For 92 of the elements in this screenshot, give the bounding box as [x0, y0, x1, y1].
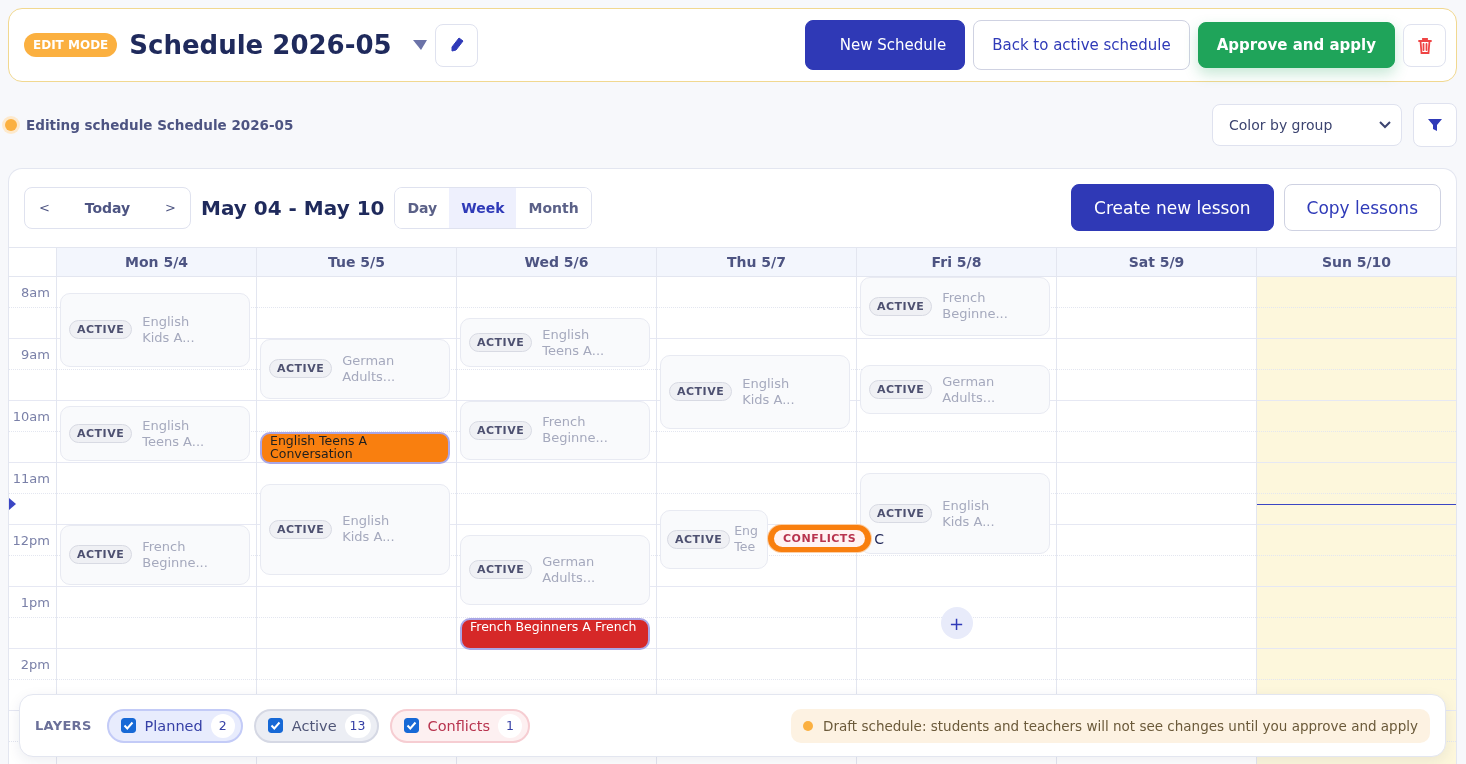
- lesson-title: German Adults...: [942, 373, 997, 406]
- schedule-title: Schedule 2026-05: [129, 30, 393, 60]
- lesson-title: French Beginne...: [142, 538, 209, 571]
- edit-mode-badge: EDIT MODE: [24, 33, 118, 57]
- checkbox-icon[interactable]: [403, 718, 419, 733]
- header-button[interactable]: New Schedule: [804, 20, 966, 70]
- hour-label: 1pm: [20, 595, 50, 610]
- status-badge: ACTIVE: [469, 333, 533, 353]
- conflict-badge: CONFLICTS: [774, 530, 866, 548]
- lesson-action-button[interactable]: Copy lessons: [1283, 184, 1441, 231]
- day-header: Mon 5/4: [56, 248, 256, 277]
- lesson-card[interactable]: ACTIVE English Kids A...: [260, 483, 450, 575]
- status-badge: ACTIVE: [669, 382, 733, 402]
- conflict-pill[interactable]: CONFLICTS: [768, 525, 872, 553]
- hour-label: 12pm: [12, 533, 50, 548]
- lesson-title: English Teens A...: [542, 326, 606, 359]
- dropdown-caret-icon[interactable]: [413, 40, 428, 50]
- lesson-card[interactable]: ACTIVE English Teens A...: [460, 318, 650, 367]
- planned-lesson[interactable]: French Beginners A French: [460, 618, 650, 650]
- previous-button[interactable]: <: [29, 194, 60, 221]
- notice-dot-icon: [803, 720, 814, 731]
- layer-toggle[interactable]: Active 13: [253, 708, 379, 743]
- lesson-title: English Teens A...: [142, 417, 206, 450]
- lesson-card[interactable]: ACTIVE German Adults...: [860, 364, 1050, 415]
- lesson-card[interactable]: ACTIVE English Teens A...: [60, 406, 250, 461]
- next-button[interactable]: >: [155, 194, 186, 221]
- status-dot-icon: [5, 119, 17, 131]
- lesson-title: German Adults...: [542, 553, 597, 586]
- add-lesson-button[interactable]: +: [940, 607, 973, 640]
- lesson-title: French Beginne...: [942, 290, 1009, 323]
- header-button[interactable]: Back to active schedule: [973, 20, 1190, 70]
- day-header: Fri 5/8: [856, 248, 1056, 277]
- status-badge: ACTIVE: [869, 380, 933, 400]
- lesson-card[interactable]: ACTIVE French Beginne...: [60, 525, 250, 585]
- status-badge: ACTIVE: [69, 424, 133, 444]
- day-header: Wed 5/6: [456, 248, 656, 277]
- lesson-title: English Kids A...: [142, 313, 196, 346]
- delete-button[interactable]: [1403, 23, 1446, 67]
- lesson-title: Eng Tee: [734, 523, 759, 556]
- conflict-title: C: [874, 530, 885, 547]
- day-header: Tue 5/5: [256, 248, 456, 277]
- current-time-marker-icon: [9, 498, 16, 511]
- lesson-card[interactable]: ACTIVE German Adults...: [260, 339, 450, 399]
- hour-label: 8am: [21, 285, 50, 300]
- hour-label: 11am: [12, 471, 50, 486]
- lesson-card[interactable]: ACTIVE French Beginne...: [460, 401, 650, 460]
- layer-toggle[interactable]: Planned 2: [106, 708, 243, 743]
- hour-label: 2pm: [20, 657, 50, 672]
- lesson-card[interactable]: ACTIVE English Kids A...: [60, 292, 250, 367]
- status-badge: ACTIVE: [69, 545, 133, 565]
- day-header: Thu 5/7: [656, 248, 856, 277]
- lesson-card[interactable]: ACTIVE German Adults...: [460, 535, 650, 605]
- status-badge: ACTIVE: [269, 359, 333, 379]
- color-mode-select[interactable]: Color by group: [1212, 104, 1402, 146]
- planned-lesson[interactable]: English Teens A Conversation: [260, 432, 450, 464]
- status-text: Editing schedule Schedule 2026-05: [26, 117, 294, 133]
- lesson-card[interactable]: ACTIVE English Kids A...: [660, 354, 850, 429]
- trash-icon: [1416, 36, 1433, 54]
- today-button[interactable]: Today: [74, 193, 141, 222]
- status-badge: ACTIVE: [269, 519, 333, 539]
- lesson-action-button[interactable]: Create new lesson: [1071, 184, 1274, 231]
- filter-icon: [1426, 116, 1444, 134]
- status-badge: ACTIVE: [667, 529, 731, 549]
- layer-count: 1: [498, 713, 523, 738]
- view-tab[interactable]: Week: [449, 187, 517, 228]
- layer-toggle[interactable]: Conflicts 1: [389, 708, 531, 743]
- checkbox-icon[interactable]: [267, 718, 283, 733]
- layers-title: LAYERS: [35, 718, 92, 733]
- lesson-title: German Adults...: [342, 352, 397, 385]
- hour-label: 9am: [21, 347, 50, 362]
- layer-count: 2: [210, 713, 235, 738]
- lesson-title: English Kids A...: [942, 497, 996, 530]
- date-range: May 04 - May 10: [201, 195, 385, 220]
- status-badge: ACTIVE: [869, 504, 933, 524]
- status-badge: ACTIVE: [69, 320, 133, 340]
- day-header: Sat 5/9: [1056, 248, 1256, 277]
- rename-button[interactable]: [435, 23, 479, 67]
- status-badge: ACTIVE: [869, 296, 933, 316]
- lesson-title: French Beginne...: [542, 414, 609, 447]
- layer-count: 13: [344, 713, 371, 738]
- status-badge: ACTIVE: [469, 560, 533, 580]
- day-header: Sun 5/10: [1256, 248, 1456, 277]
- status-badge: ACTIVE: [469, 420, 533, 440]
- lesson-title: English Kids A...: [742, 375, 796, 408]
- lesson-title: English Kids A...: [342, 513, 396, 546]
- checkbox-icon[interactable]: [120, 718, 136, 733]
- hour-label: 10am: [12, 409, 50, 424]
- filter-button[interactable]: [1413, 103, 1457, 147]
- chevron-down-icon: [1379, 121, 1391, 129]
- notice-text: Draft schedule: students and teachers will not see changes until you approve and apply: [823, 717, 1418, 734]
- pencil-icon: [449, 37, 464, 53]
- lesson-card[interactable]: ACTIVE French Beginne...: [860, 277, 1050, 336]
